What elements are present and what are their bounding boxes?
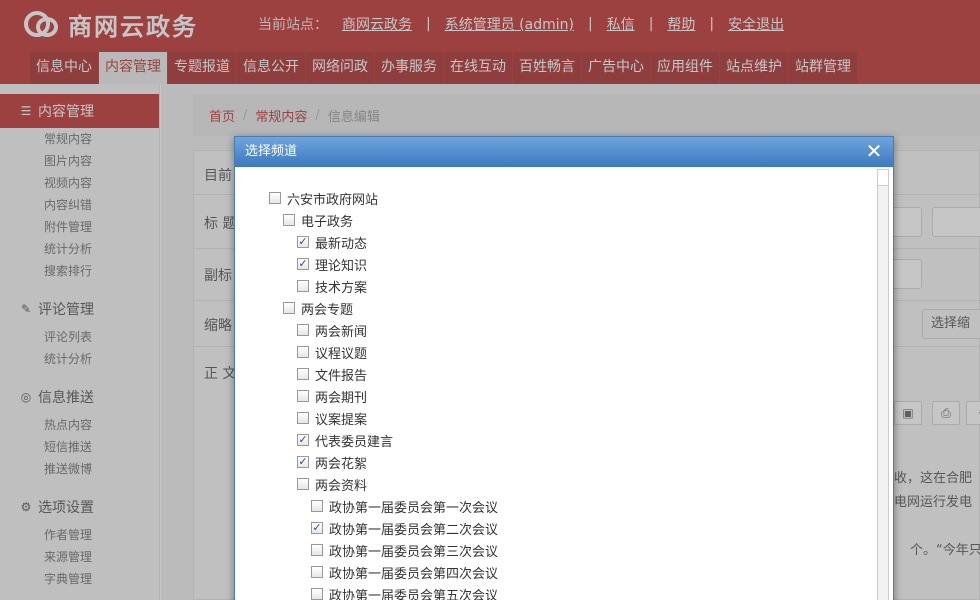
tree-node: 政协第一届委员会第五次会议 <box>311 583 498 600</box>
checkbox[interactable] <box>311 588 323 600</box>
tree-node: 电子政务 <box>283 209 353 231</box>
checkbox[interactable] <box>283 302 295 314</box>
tree-node-label[interactable]: 政协第一届委员会第三次会议 <box>329 541 498 560</box>
checkbox[interactable] <box>311 566 323 578</box>
checkbox[interactable] <box>269 192 281 204</box>
checkbox[interactable] <box>311 500 323 512</box>
tree-node-label[interactable]: 两会资料 <box>315 475 367 494</box>
tree-node: 两会资料 <box>297 473 367 495</box>
scrollbar-thumb[interactable] <box>878 170 888 186</box>
checkbox-checked[interactable]: ✓ <box>297 236 309 248</box>
tree-node: ✓ 理论知识 <box>297 253 367 275</box>
dialog-header: 选择频道 ✕ <box>235 137 893 167</box>
tree-node-label[interactable]: 议程议题 <box>315 343 367 362</box>
tree-node: 政协第一届委员会第四次会议 <box>311 561 498 583</box>
tree-node-label[interactable]: 政协第一届委员会第一次会议 <box>329 497 498 516</box>
select-channel-dialog: 选择频道 ✕ 六安市政府网站电子政务 ✓ 最新动态 ✓ 理论知识技术方案两会专题两会新闻… <box>234 136 894 600</box>
tree-node: ✓ 两会花絮 <box>297 451 367 473</box>
tree-node: 两会专题 <box>283 297 353 319</box>
tree-node-label[interactable]: 政协第一届委员会第二次会议 <box>329 519 498 538</box>
tree-node: 政协第一届委员会第三次会议 <box>311 539 498 561</box>
checkbox[interactable] <box>297 280 309 292</box>
tree-node-label[interactable]: 代表委员建言 <box>315 431 393 450</box>
tree-node: 技术方案 <box>297 275 367 297</box>
tree-node: 文件报告 <box>297 363 367 385</box>
tree-node-label[interactable]: 两会新闻 <box>315 321 367 340</box>
tree-node-label[interactable]: 电子政务 <box>301 211 353 230</box>
tree-node-label[interactable]: 政协第一届委员会第四次会议 <box>329 563 498 582</box>
tree-node-label[interactable]: 六安市政府网站 <box>287 189 378 208</box>
tree-node-label[interactable]: 文件报告 <box>315 365 367 384</box>
checkbox[interactable] <box>297 368 309 380</box>
tree-node: ✓ 最新动态 <box>297 231 367 253</box>
checkbox-checked[interactable]: ✓ <box>297 258 309 270</box>
checkbox-checked[interactable]: ✓ <box>297 456 309 468</box>
checkbox[interactable] <box>297 412 309 424</box>
checkbox[interactable] <box>311 544 323 556</box>
tree-node: ✓ 代表委员建言 <box>297 429 393 451</box>
dialog-title: 选择频道 <box>245 144 298 159</box>
scrollbar[interactable] <box>877 169 889 600</box>
dialog-body: 六安市政府网站电子政务 ✓ 最新动态 ✓ 理论知识技术方案两会专题两会新闻议程议题文件报… <box>235 167 893 600</box>
checkbox[interactable] <box>283 214 295 226</box>
tree-node-label[interactable]: 技术方案 <box>315 277 367 296</box>
checkbox-checked[interactable]: ✓ <box>297 434 309 446</box>
tree-node-label[interactable]: 议案提案 <box>315 409 367 428</box>
checkbox-checked[interactable]: ✓ <box>311 522 323 534</box>
tree-node-label[interactable]: 政协第一届委员会第五次会议 <box>329 585 498 600</box>
tree-node: 两会期刊 <box>297 385 367 407</box>
tree-node: 六安市政府网站 <box>269 187 378 209</box>
checkbox[interactable] <box>297 390 309 402</box>
tree-node: 政协第一届委员会第一次会议 <box>311 495 498 517</box>
tree-node: ✓ 政协第一届委员会第二次会议 <box>311 517 498 539</box>
checkbox[interactable] <box>297 346 309 358</box>
tree-node-label[interactable]: 理论知识 <box>315 255 367 274</box>
tree-node-label[interactable]: 两会花絮 <box>315 453 367 472</box>
tree-node-label[interactable]: 两会专题 <box>301 299 353 318</box>
checkbox[interactable] <box>297 324 309 336</box>
tree-node: 议程议题 <box>297 341 367 363</box>
tree-node-label[interactable]: 两会期刊 <box>315 387 367 406</box>
tree-node: 两会新闻 <box>297 319 367 341</box>
close-icon[interactable]: ✕ <box>863 141 885 163</box>
tree-node: 议案提案 <box>297 407 367 429</box>
tree-node-label[interactable]: 最新动态 <box>315 233 367 252</box>
checkbox[interactable] <box>297 478 309 490</box>
